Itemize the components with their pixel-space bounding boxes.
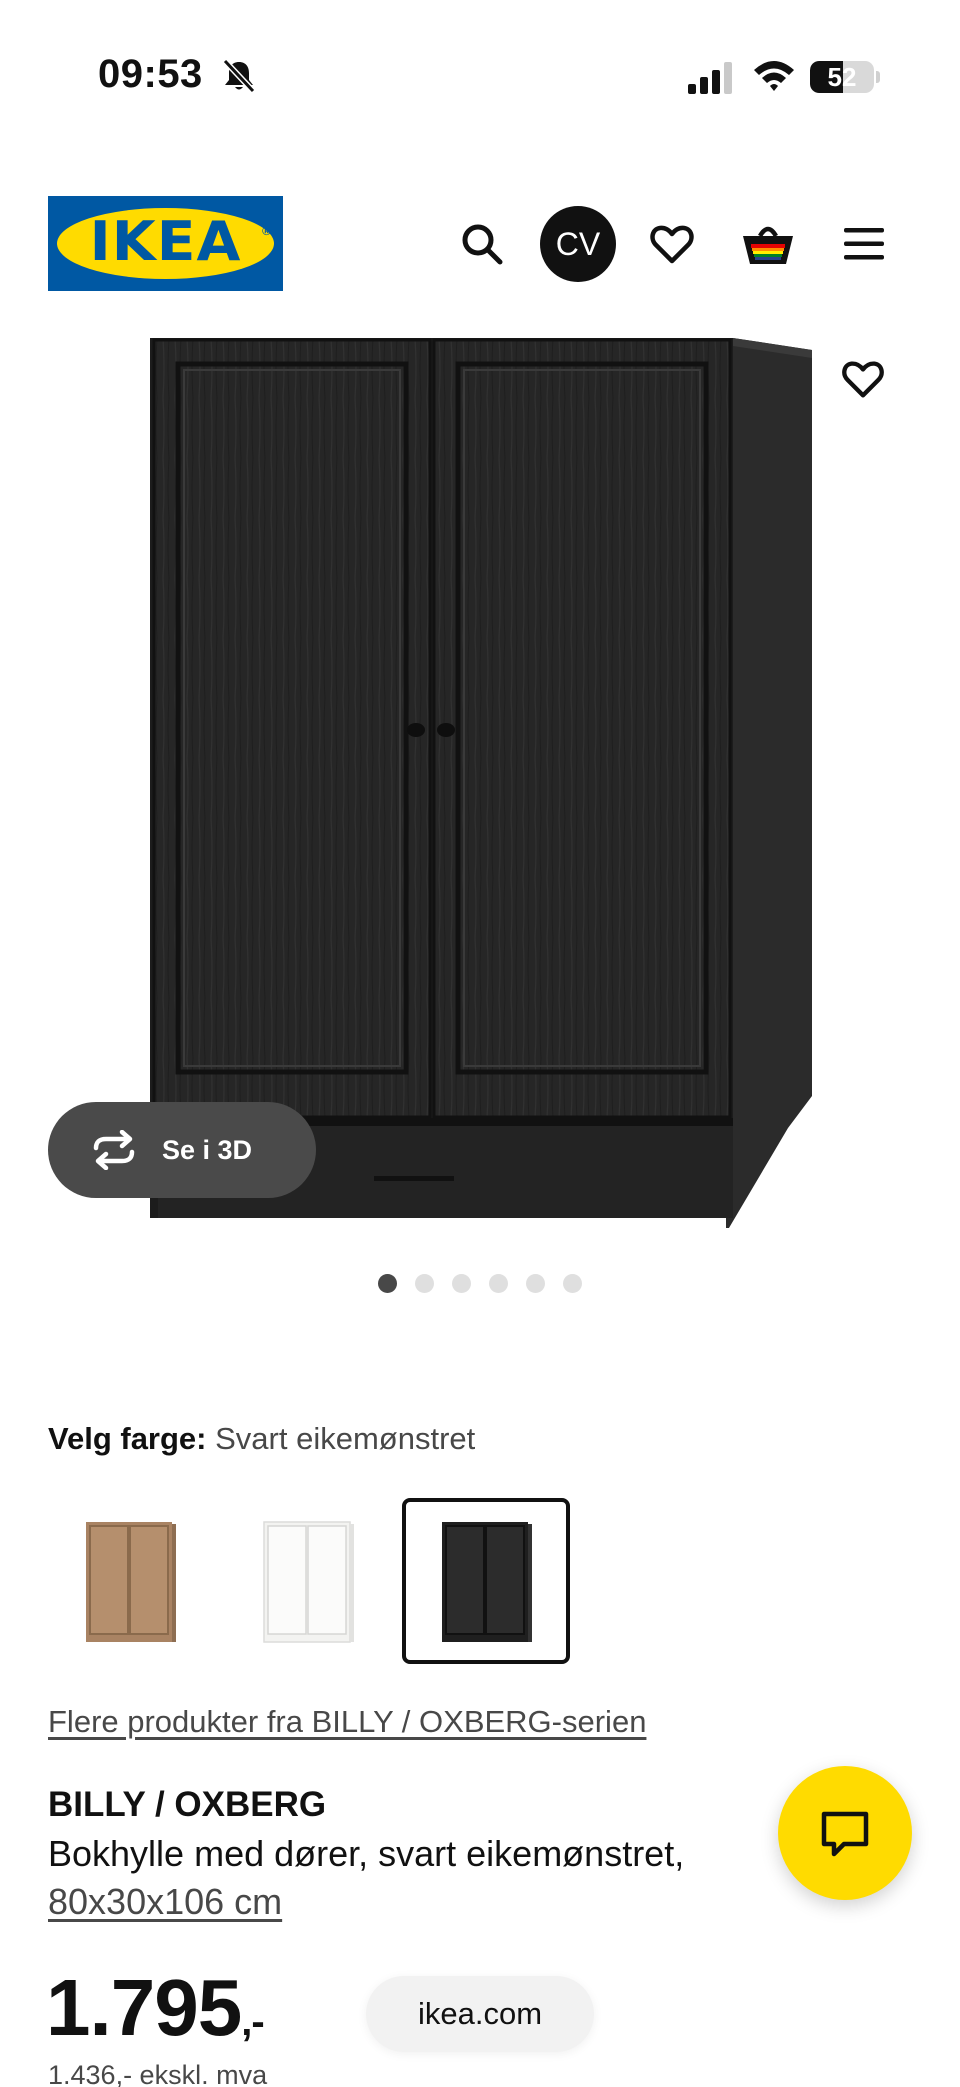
bell-slash-icon: [222, 58, 256, 94]
pagination-dot[interactable]: [563, 1274, 582, 1293]
favorite-heart-icon[interactable]: [840, 356, 886, 402]
battery-percentage: 52: [827, 62, 857, 92]
pagination-dot[interactable]: [378, 1274, 397, 1293]
pagination-dot[interactable]: [415, 1274, 434, 1293]
price-excluding-vat: 1.436,- ekskl. mva: [48, 2060, 268, 2087]
product-image[interactable]: [148, 338, 816, 1228]
logo-registered-mark: ®: [262, 224, 271, 238]
chat-button[interactable]: [778, 1766, 912, 1900]
swatch-cabinet-image: [86, 1522, 176, 1642]
chat-icon: [821, 1811, 869, 1857]
price-suffix: ,-: [241, 2000, 264, 2044]
rotate-3d-icon: [93, 1130, 135, 1170]
pagination-dot[interactable]: [489, 1274, 508, 1293]
color-selection: Velg farge: Svart eikemønstret: [48, 1421, 475, 1457]
avatar[interactable]: CV: [540, 206, 616, 282]
battery-tip: [876, 71, 880, 83]
heart-icon[interactable]: [648, 220, 696, 268]
cellular-signal-icon: [688, 62, 732, 94]
battery-icon: 52: [810, 61, 874, 93]
search-icon[interactable]: [458, 220, 506, 268]
product-name: BILLY / OXBERG: [48, 1785, 327, 1824]
basket-icon[interactable]: [740, 218, 796, 268]
wifi-icon: [754, 61, 794, 91]
pagination-dot[interactable]: [452, 1274, 471, 1293]
pagination-dot[interactable]: [526, 1274, 545, 1293]
ikea-logo[interactable]: IKEA ®: [48, 196, 283, 291]
swatch-cabinet-image: [263, 1521, 354, 1643]
series-link[interactable]: Flere produkter fra BILLY / OXBERG-serie…: [48, 1704, 646, 1740]
view-3d-label: Se i 3D: [162, 1135, 253, 1165]
browser-url-bar[interactable]: ikea.com: [366, 1976, 594, 2052]
price-value: 1.795: [46, 1963, 242, 2052]
color-value: Svart eikemønstret: [215, 1421, 476, 1456]
color-label: Velg farge:: [48, 1421, 207, 1456]
image-pagination: [0, 1274, 960, 1294]
view-3d-button[interactable]: Se i 3D: [48, 1102, 316, 1198]
product-price: 1.795,-: [46, 1962, 265, 2054]
product-description: Bokhylle med dører, svart eikemønstret,: [48, 1833, 685, 1874]
color-swatch-black-oak[interactable]: [402, 1498, 570, 1664]
color-swatch-oak[interactable]: [46, 1498, 214, 1664]
swatch-cabinet-image: [442, 1522, 532, 1642]
status-time: 09:53: [98, 52, 203, 96]
product-size-link[interactable]: 80x30x106 cm: [48, 1881, 282, 1923]
color-swatch-white[interactable]: [224, 1498, 392, 1664]
logo-text: IKEA: [89, 210, 242, 273]
menu-icon[interactable]: [842, 224, 886, 264]
